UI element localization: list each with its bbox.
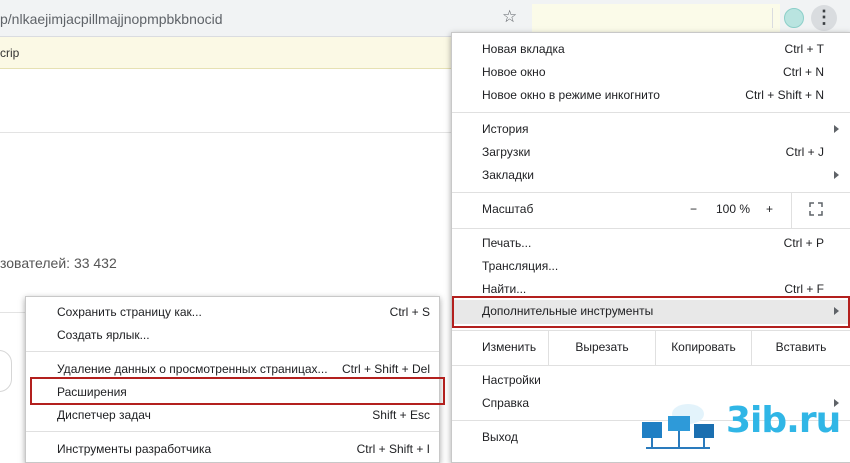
submenu-divider [26, 351, 439, 352]
menu-item-new-window[interactable]: Новое окно Ctrl + N [452, 61, 850, 84]
menu-item-label: Новое окно [482, 65, 546, 79]
watermark: 3ib.ru [636, 398, 848, 458]
menu-item-shortcut: Ctrl + Shift + N [745, 88, 824, 102]
menu-item-bookmarks[interactable]: Закладки [452, 164, 850, 187]
submenu-item-shortcut: Ctrl + Shift + I [356, 442, 430, 456]
menu-divider [452, 228, 850, 229]
submenu-item-save-page[interactable]: Сохранить страницу как... Ctrl + S [26, 301, 439, 324]
chrome-menu-icon[interactable]: ⋮ [811, 5, 837, 31]
menu-item-downloads[interactable]: Загрузки Ctrl + J [452, 141, 850, 164]
menu-item-shortcut: Ctrl + N [782, 65, 824, 79]
edit-label: Изменить [482, 340, 537, 354]
watermark-text: 3ib.ru [726, 400, 841, 441]
toolbar-divider [772, 8, 773, 28]
zoom-in-button[interactable]: + [766, 202, 773, 216]
menu-item-shortcut: Ctrl + T [784, 42, 824, 56]
paste-button[interactable]: Вставить [752, 330, 850, 365]
menu-item-label: Выход [482, 430, 518, 444]
submenu-item-devtools[interactable]: Инструменты разработчика Ctrl + Shift + … [26, 438, 439, 461]
menu-item-label: Справка [482, 396, 530, 410]
menu-item-history[interactable]: История [452, 118, 850, 141]
partial-button[interactable] [0, 350, 12, 392]
submenu-item-create-shortcut[interactable]: Создать ярлык... [26, 324, 439, 347]
menu-item-shortcut: Ctrl + P [783, 236, 824, 250]
submenu-item-label: Диспетчер задач [57, 408, 151, 422]
menu-item-label: Печать... [482, 236, 532, 250]
submenu-item-shortcut: Ctrl + Shift + Del [341, 362, 430, 376]
watermark-logo-icon [642, 404, 714, 449]
menu-item-cast[interactable]: Трансляция... [452, 255, 850, 278]
menu-item-zoom: Масштаб − 100 % + [452, 192, 850, 228]
submenu-item-label: Создать ярлык... [57, 328, 150, 342]
url-text[interactable]: p/nlkaejimjacpillmajjnopmpbkbnocid [0, 11, 223, 27]
menu-divider [452, 112, 850, 113]
menu-item-label: Настройки [482, 373, 541, 387]
submenu-item-label: Удаление данных о просмотренных страница… [57, 362, 328, 376]
bookmark-star-icon[interactable]: ☆ [502, 7, 517, 27]
extensions-highlight [30, 377, 445, 405]
address-bar[interactable]: p/nlkaejimjacpillmajjnopmpbkbnocid ☆ [0, 4, 530, 32]
more-tools-highlight [452, 296, 850, 328]
more-tools-submenu: Сохранить страницу как... Ctrl + S Созда… [25, 296, 445, 463]
card-divider [0, 132, 470, 133]
menu-item-label: Загрузки [482, 145, 531, 159]
submenu-arrow-icon [834, 171, 839, 179]
zoom-label: Масштаб [482, 202, 534, 216]
menu-item-print[interactable]: Печать... Ctrl + P [452, 232, 850, 255]
menu-item-label: Закладки [482, 168, 534, 182]
menu-item-incognito[interactable]: Новое окно в режиме инкогнито Ctrl + Shi… [452, 84, 850, 107]
submenu-divider [26, 431, 439, 432]
infobar-text: crip [0, 46, 20, 60]
menu-item-label: Новое окно в режиме инкогнито [482, 88, 660, 102]
users-count-text: зователей: 33 432 [0, 255, 117, 271]
submenu-item-shortcut: Ctrl + S [389, 305, 430, 319]
cut-button[interactable]: Вырезать [549, 330, 655, 365]
menu-item-settings[interactable]: Настройки [452, 369, 850, 392]
menu-item-label: Трансляция... [482, 259, 559, 273]
submenu-arrow-icon [834, 125, 839, 133]
zoom-divider [791, 192, 792, 228]
zoom-out-button[interactable]: − [690, 202, 697, 216]
submenu-item-label: Инструменты разработчика [57, 442, 212, 456]
menu-divider [452, 365, 850, 366]
menu-item-new-tab[interactable]: Новая вкладка Ctrl + T [452, 38, 850, 61]
submenu-item-task-manager[interactable]: Диспетчер задач Shift + Esc [26, 404, 439, 427]
menu-item-label: История [482, 122, 529, 136]
extension-icon[interactable] [784, 8, 804, 28]
menu-item-label: Новая вкладка [482, 42, 565, 56]
menu-item-shortcut: Ctrl + F [784, 282, 824, 296]
copy-button[interactable]: Копировать [656, 330, 751, 365]
menu-edit-row: Изменить Вырезать Копировать Вставить [452, 330, 850, 365]
toolbar-extension-area [532, 4, 780, 32]
submenu-item-label: Сохранить страницу как... [57, 305, 202, 319]
menu-item-label: Найти... [482, 282, 527, 296]
zoom-value: 100 % [716, 202, 751, 216]
menu-item-shortcut: Ctrl + J [785, 145, 824, 159]
submenu-item-shortcut: Shift + Esc [372, 408, 430, 422]
fullscreen-icon[interactable] [809, 202, 823, 216]
